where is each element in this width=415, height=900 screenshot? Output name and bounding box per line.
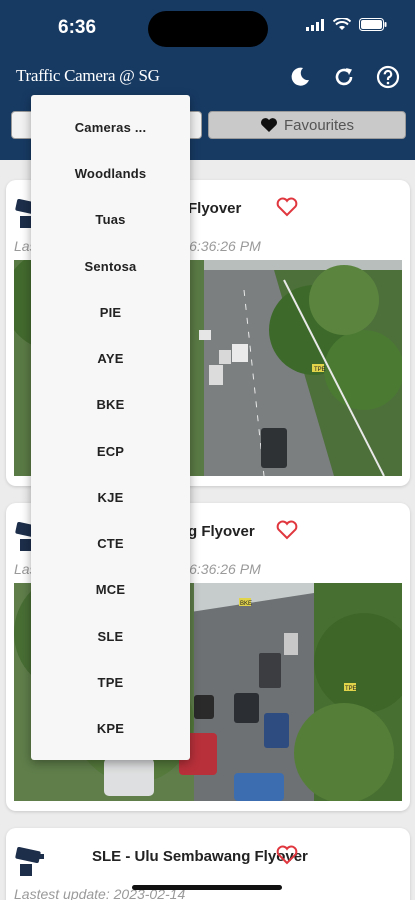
menu-item-tuas[interactable]: Tuas <box>31 212 190 227</box>
app-title: Traffic Camera @ SG <box>16 66 160 85</box>
favourite-heart-icon[interactable] <box>276 520 298 540</box>
menu-item-sentosa[interactable]: Sentosa <box>31 259 190 274</box>
menu-item-cameras[interactable]: Cameras ... <box>31 120 190 135</box>
refresh-icon <box>335 68 353 86</box>
favourite-heart-icon[interactable] <box>276 197 298 217</box>
help-icon <box>376 65 400 89</box>
menu-item-aye[interactable]: AYE <box>31 351 190 366</box>
status-icons <box>306 18 387 31</box>
dark-mode-button[interactable] <box>287 64 313 90</box>
battery-icon <box>359 18 387 31</box>
status-bar: 6:36 <box>0 0 415 56</box>
help-button[interactable] <box>375 64 401 90</box>
camera-icon <box>15 847 44 876</box>
camera-group-menu: Cameras ... Woodlands Tuas Sentosa PIE A… <box>31 95 190 760</box>
moon-icon <box>291 67 309 86</box>
refresh-button[interactable] <box>331 64 357 90</box>
menu-item-kpe[interactable]: KPE <box>31 721 190 736</box>
menu-item-kje[interactable]: KJE <box>31 490 190 505</box>
menu-item-sle[interactable]: SLE <box>31 629 190 644</box>
tpe-sign-label: TPE <box>314 367 326 373</box>
tpe-sign-label: TPE <box>345 686 357 692</box>
menu-item-woodlands[interactable]: Woodlands <box>31 166 190 181</box>
status-time: 6:36 <box>58 17 97 38</box>
home-indicator[interactable] <box>132 885 282 890</box>
menu-item-bke[interactable]: BKE <box>31 397 190 412</box>
dynamic-island <box>148 11 268 47</box>
signal-icon <box>306 18 324 31</box>
heart-filled-icon <box>261 118 277 132</box>
card-title: g Flyover <box>188 523 255 540</box>
favourite-heart-icon[interactable] <box>276 845 298 865</box>
bke-sign-label: BKE <box>240 601 252 607</box>
menu-item-ecp[interactable]: ECP <box>31 444 190 459</box>
favourites-tab[interactable]: Favourites <box>208 111 406 139</box>
card-title: Flyover <box>188 200 242 217</box>
menu-item-cte[interactable]: CTE <box>31 536 190 551</box>
menu-item-tpe[interactable]: TPE <box>31 675 190 690</box>
favourites-label: Favourites <box>283 116 355 134</box>
menu-item-mce[interactable]: MCE <box>31 582 190 597</box>
wifi-icon <box>333 18 351 30</box>
menu-item-pie[interactable]: PIE <box>31 305 190 320</box>
